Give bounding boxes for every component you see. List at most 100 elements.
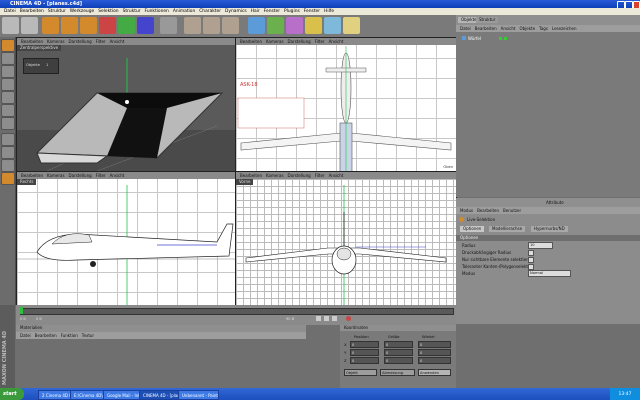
render-view-icon[interactable] [184, 17, 201, 34]
attr-menu-mode[interactable]: Modus [460, 208, 473, 213]
axis-x-label: X [344, 342, 347, 347]
make-editable-icon[interactable] [1, 39, 15, 52]
viewport-top[interactable]: Bearbeiten Kameras Darstellung Filter An… [235, 37, 457, 172]
coordinate-system-icon[interactable] [160, 17, 177, 34]
top-blueprint [237, 46, 452, 171]
play-back-icon[interactable] [316, 316, 321, 321]
viewport-front[interactable]: Bearbeiten Kameras Darstellung Filter An… [235, 171, 457, 307]
nurbs-icon[interactable] [267, 17, 284, 34]
obj-menu-objects[interactable]: Objekte [519, 26, 535, 31]
list-item[interactable]: Würfel [456, 35, 640, 41]
radius-input[interactable]: 10 [528, 241, 553, 249]
rot-p-input[interactable]: 0 [418, 349, 451, 356]
menu-window[interactable]: Fenster [264, 9, 280, 14]
rot-h-input[interactable]: 0 [418, 341, 451, 348]
menu-functions[interactable]: Funktionen [145, 9, 169, 14]
layout-icon[interactable] [1, 159, 15, 172]
rot-b-input[interactable]: 0 [418, 357, 451, 364]
play-icon[interactable] [324, 316, 329, 321]
polygons-mode-icon[interactable] [1, 117, 15, 130]
pos-y-input[interactable]: 0 [350, 349, 379, 356]
menu-structure[interactable]: Struktur [48, 9, 66, 14]
obj-menu-file[interactable]: Datei [460, 26, 471, 31]
workplane-icon[interactable] [1, 146, 15, 159]
task-item-active[interactable]: CINEMA 4D - [planes... [139, 390, 180, 400]
menu-window-2[interactable]: Fenster [304, 9, 320, 14]
size-z-input[interactable]: 0 [384, 357, 413, 364]
axis-z-label: Z [344, 358, 347, 363]
obj-menu-view[interactable]: Ansicht [501, 26, 516, 31]
mode-dropdown[interactable]: Normal [528, 269, 571, 277]
col-position: Position [354, 334, 369, 339]
points-mode-icon[interactable] [1, 91, 15, 104]
mat-menu-file[interactable]: Datei [20, 333, 31, 338]
deformer-icon[interactable] [305, 17, 322, 34]
attr-menu-user[interactable]: Benutzer [503, 208, 521, 213]
pos-x-input[interactable]: 0 [350, 341, 379, 348]
task-item[interactable]: Google Mail - Inbox - ... [103, 390, 141, 400]
texture-mode-icon[interactable] [1, 78, 15, 91]
scale-tool-icon[interactable] [61, 17, 78, 34]
viewport-right[interactable]: Bearbeiten Kameras Darstellung Filter An… [16, 171, 236, 307]
record-icon[interactable] [346, 316, 351, 321]
playhead[interactable] [20, 307, 23, 314]
timeline-ruler[interactable] [20, 308, 454, 315]
task-item[interactable]: Unbenannt - Paint [178, 390, 219, 400]
tab-hypernurbs[interactable]: Hypernurbs/ND [531, 226, 568, 232]
brand-logo: MAXON CINEMA 4D [2, 330, 8, 385]
task-item[interactable]: 2 Cinema 4D DIVMT... [38, 390, 73, 400]
menu-hair[interactable]: Hair [251, 9, 260, 14]
menu-character[interactable]: Charakter [199, 9, 221, 14]
apply-button[interactable]: Anwenden [418, 369, 451, 376]
menu-edit[interactable]: Bearbeiten [20, 9, 44, 14]
obj-menu-edit[interactable]: Bearbeiten [475, 26, 497, 31]
obj-menu-tags[interactable]: Tags [539, 26, 548, 31]
render-picture-icon[interactable] [203, 17, 220, 34]
size-y-input[interactable]: 0 [384, 349, 413, 356]
scene-icon[interactable] [324, 17, 341, 34]
light-icon[interactable] [343, 17, 360, 34]
attr-menu-edit[interactable]: Bearbeiten [477, 208, 499, 213]
obj-menu-bookmarks[interactable]: Lesezeichen [552, 26, 577, 31]
attr-row-visible-only: Nur sichtbare Elemente selektieren [456, 256, 640, 263]
task-item[interactable]: E:\Cinema 4D\SYMAT... [70, 390, 105, 400]
redo-icon[interactable] [21, 17, 38, 34]
z-axis-icon[interactable] [137, 17, 154, 34]
menu-help[interactable]: Hilfe [324, 9, 334, 14]
tab-modelling-axis[interactable]: Modellierachse [489, 226, 526, 232]
render-dot-icon[interactable] [503, 36, 507, 40]
menu-tools[interactable]: Werkzeuge [70, 9, 94, 14]
cube-icon[interactable] [248, 17, 265, 34]
visibility-dot-icon[interactable] [498, 36, 502, 40]
start-button[interactable]: start [0, 388, 24, 400]
stop-icon[interactable] [332, 316, 337, 321]
menu-animation[interactable]: Animation [173, 9, 195, 14]
x-axis-icon[interactable] [99, 17, 116, 34]
menu-dynamics[interactable]: Dynamics [225, 9, 247, 14]
undo-icon[interactable] [2, 17, 19, 34]
size-mode-dropdown[interactable]: Abmessung [380, 369, 415, 376]
apply-mode-dropdown[interactable]: Objekt [344, 369, 377, 376]
move-tool-icon[interactable] [42, 17, 59, 34]
object-mode-icon[interactable] [1, 65, 15, 78]
live-selection-icon[interactable] [1, 172, 15, 185]
menu-structure-2[interactable]: Struktur [123, 9, 141, 14]
size-x-input[interactable]: 0 [384, 341, 413, 348]
tab-options[interactable]: Optionen [460, 226, 485, 232]
mat-menu-edit[interactable]: Bearbeiten [35, 333, 57, 338]
snap-icon[interactable] [1, 133, 15, 146]
mat-menu-texture[interactable]: Textur [82, 333, 94, 338]
model-mode-icon[interactable] [1, 52, 15, 65]
menu-selection[interactable]: Selektion [98, 9, 118, 14]
menu-plugins[interactable]: Plugins [284, 9, 300, 14]
mat-menu-function[interactable]: Funktion [61, 333, 78, 338]
edges-mode-icon[interactable] [1, 104, 15, 117]
y-axis-icon[interactable] [118, 17, 135, 34]
menu-file[interactable]: Datei [4, 9, 16, 14]
tab-structure[interactable]: Struktur [476, 17, 499, 23]
rotate-tool-icon[interactable] [80, 17, 97, 34]
spline-icon[interactable] [286, 17, 303, 34]
render-settings-icon[interactable] [222, 17, 239, 34]
viewport-perspective[interactable]: Bearbeiten Kameras Darstellung Filter An… [16, 37, 236, 172]
pos-z-input[interactable]: 0 [350, 357, 379, 364]
